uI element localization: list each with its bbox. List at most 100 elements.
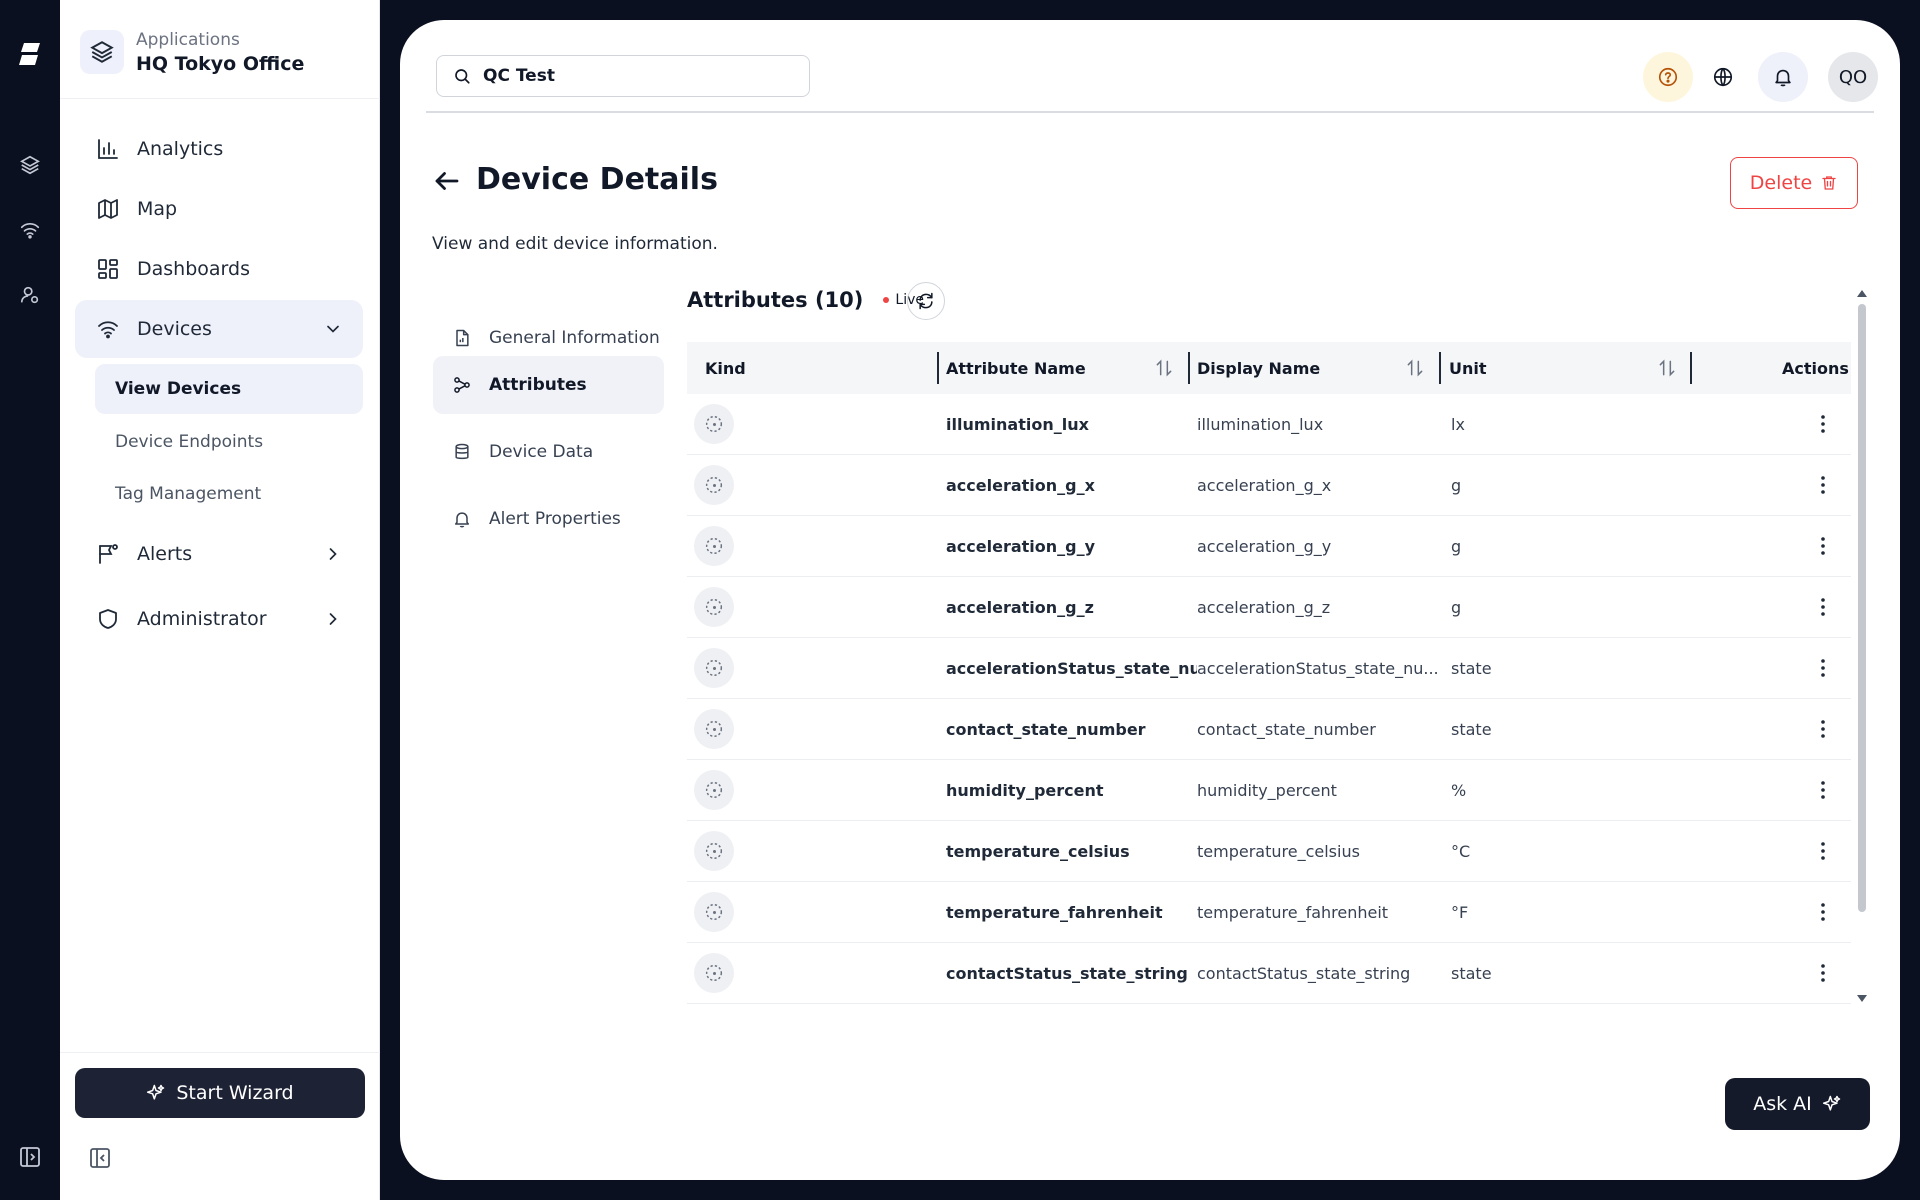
table-row[interactable]: accelerationStatus_state_numbacceleratio… [687, 638, 1851, 699]
kind-attribute-icon [694, 404, 734, 444]
sidebar-item-analytics[interactable]: Analytics [75, 120, 363, 178]
display-name-cell: accelerationStatus_state_nu... [1197, 659, 1437, 678]
display-name-cell: illumination_lux [1197, 415, 1324, 434]
attributes-table: Kind Attribute Name Display Name Unit Ac… [687, 342, 1851, 1004]
search-input[interactable]: QC Test [436, 55, 810, 97]
wifi-icon[interactable] [16, 216, 44, 244]
app-rail [0, 0, 60, 1200]
tab-device-data[interactable]: Device Data [433, 423, 664, 481]
sidebar-item-label: Dashboards [137, 258, 250, 280]
attributes-header: Attributes (10) Live [687, 288, 924, 312]
table-row[interactable]: acceleration_g_x acceleration_g_x g [687, 455, 1851, 516]
help-button[interactable] [1643, 52, 1693, 102]
language-button[interactable] [1698, 52, 1748, 102]
sort-icon[interactable] [1657, 358, 1677, 378]
sidebar-item-administrator[interactable]: Administrator [75, 590, 363, 648]
scroll-down-arrow-icon[interactable] [1856, 994, 1868, 1004]
sidebar-item-dashboards[interactable]: Dashboards [75, 240, 363, 298]
column-resize-handle[interactable] [1690, 352, 1692, 384]
row-actions-menu-icon[interactable] [1813, 778, 1833, 802]
attributes-title: Attributes (10) [687, 288, 864, 312]
display-name-cell: acceleration_g_x [1197, 476, 1332, 495]
display-name-cell: contactStatus_state_string [1197, 964, 1411, 983]
table-row[interactable]: acceleration_g_z acceleration_g_z g [687, 577, 1851, 638]
layers-icon[interactable] [16, 151, 44, 179]
start-wizard-label: Start Wizard [176, 1082, 294, 1104]
chevron-right-icon [329, 613, 337, 625]
main-panel: QC Test QO Device Details View and edit … [400, 20, 1900, 1180]
row-actions-menu-icon[interactable] [1813, 473, 1833, 497]
table-row[interactable]: contactStatus_state_string contactStatus_… [687, 943, 1851, 1004]
app-switcher[interactable]: Applications HQ Tokyo Office [80, 22, 360, 82]
attribute-name-cell: contact_state_number [946, 720, 1146, 739]
ask-ai-label: Ask AI [1753, 1093, 1812, 1115]
start-wizard-button[interactable]: Start Wizard [75, 1068, 365, 1118]
table-row[interactable]: contact_state_number contact_state_number… [687, 699, 1851, 760]
shield-icon [95, 606, 121, 632]
expand-panel-icon[interactable] [16, 1143, 44, 1171]
display-name-cell: acceleration_g_y [1197, 537, 1332, 556]
row-actions-menu-icon[interactable] [1813, 961, 1833, 985]
sort-icon[interactable] [1405, 358, 1425, 378]
attribute-name-cell: temperature_celsius [946, 842, 1130, 861]
user-avatar[interactable]: QO [1828, 52, 1878, 102]
row-actions-menu-icon[interactable] [1813, 656, 1833, 680]
column-resize-handle[interactable] [1439, 352, 1441, 384]
column-header-display-name[interactable]: Display Name [1197, 342, 1447, 394]
table-row[interactable]: temperature_fahrenheit temperature_fahren… [687, 882, 1851, 943]
table-row[interactable]: illumination_lux illumination_lux lx [687, 394, 1851, 455]
table-row[interactable]: acceleration_g_y acceleration_g_y g [687, 516, 1851, 577]
sidebar-item-map[interactable]: Map [75, 180, 363, 238]
column-resize-handle[interactable] [1188, 352, 1190, 384]
unit-cell: state [1451, 964, 1492, 983]
row-actions-menu-icon[interactable] [1813, 412, 1833, 436]
column-header-unit[interactable]: Unit [1449, 342, 1699, 394]
scroll-up-arrow-icon[interactable] [1856, 288, 1868, 298]
unit-cell: % [1451, 781, 1467, 800]
sidebar-subitem-device-endpoints[interactable]: Device Endpoints [95, 417, 363, 467]
tab-alert-properties[interactable]: Alert Properties [433, 490, 664, 548]
display-name-cell: temperature_celsius [1197, 842, 1360, 861]
column-header-actions: Actions [1782, 358, 1849, 378]
attribute-name-cell: acceleration_g_z [946, 598, 1094, 617]
notifications-button[interactable] [1758, 52, 1808, 102]
brand-logo-icon[interactable] [16, 40, 44, 68]
display-name-cell: humidity_percent [1197, 781, 1337, 800]
row-actions-menu-icon[interactable] [1813, 534, 1833, 558]
sidebar-item-devices[interactable]: Devices [75, 300, 363, 358]
refresh-icon [919, 292, 933, 310]
column-resize-handle[interactable] [937, 352, 939, 384]
tab-label: Alert Properties [489, 509, 621, 529]
table-scrollbar[interactable] [1855, 288, 1869, 1006]
tab-label: Device Data [489, 442, 594, 462]
user-settings-icon[interactable] [16, 281, 44, 309]
attribute-name-cell: contactStatus_state_string [946, 964, 1188, 983]
table-row[interactable]: temperature_celsius temperature_celsius °C [687, 821, 1851, 882]
sparkle-icon [146, 1083, 166, 1103]
sort-icon[interactable] [1154, 358, 1174, 378]
row-actions-menu-icon[interactable] [1813, 900, 1833, 924]
sidebar-subitem-view-devices[interactable]: View Devices [95, 364, 363, 414]
row-actions-menu-icon[interactable] [1813, 717, 1833, 741]
unit-cell: g [1451, 537, 1462, 556]
tab-attributes[interactable]: Attributes [433, 356, 664, 414]
collapse-sidebar-icon[interactable] [88, 1146, 112, 1170]
sidebar-subitem-label: View Devices [115, 379, 242, 399]
display-name-cell: acceleration_g_z [1197, 598, 1331, 617]
back-arrow-icon[interactable] [432, 166, 462, 196]
refresh-button[interactable] [907, 282, 945, 320]
column-header-attribute-name[interactable]: Attribute Name [946, 342, 1196, 394]
scrollbar-thumb[interactable] [1858, 304, 1866, 912]
ask-ai-button[interactable]: Ask AI [1725, 1078, 1870, 1130]
unit-cell: state [1451, 659, 1492, 678]
row-actions-menu-icon[interactable] [1813, 839, 1833, 863]
delete-button[interactable]: Delete [1730, 157, 1858, 209]
alert-flag-icon [95, 541, 121, 567]
sidebar-item-alerts[interactable]: Alerts [75, 525, 363, 583]
row-actions-menu-icon[interactable] [1813, 595, 1833, 619]
table-row[interactable]: humidity_percent humidity_percent% [687, 760, 1851, 821]
tab-label: General Information [489, 328, 660, 348]
kind-attribute-icon [694, 770, 734, 810]
page-subtitle: View and edit device information. [432, 234, 718, 254]
sidebar-subitem-tag-management[interactable]: Tag Management [95, 469, 363, 519]
